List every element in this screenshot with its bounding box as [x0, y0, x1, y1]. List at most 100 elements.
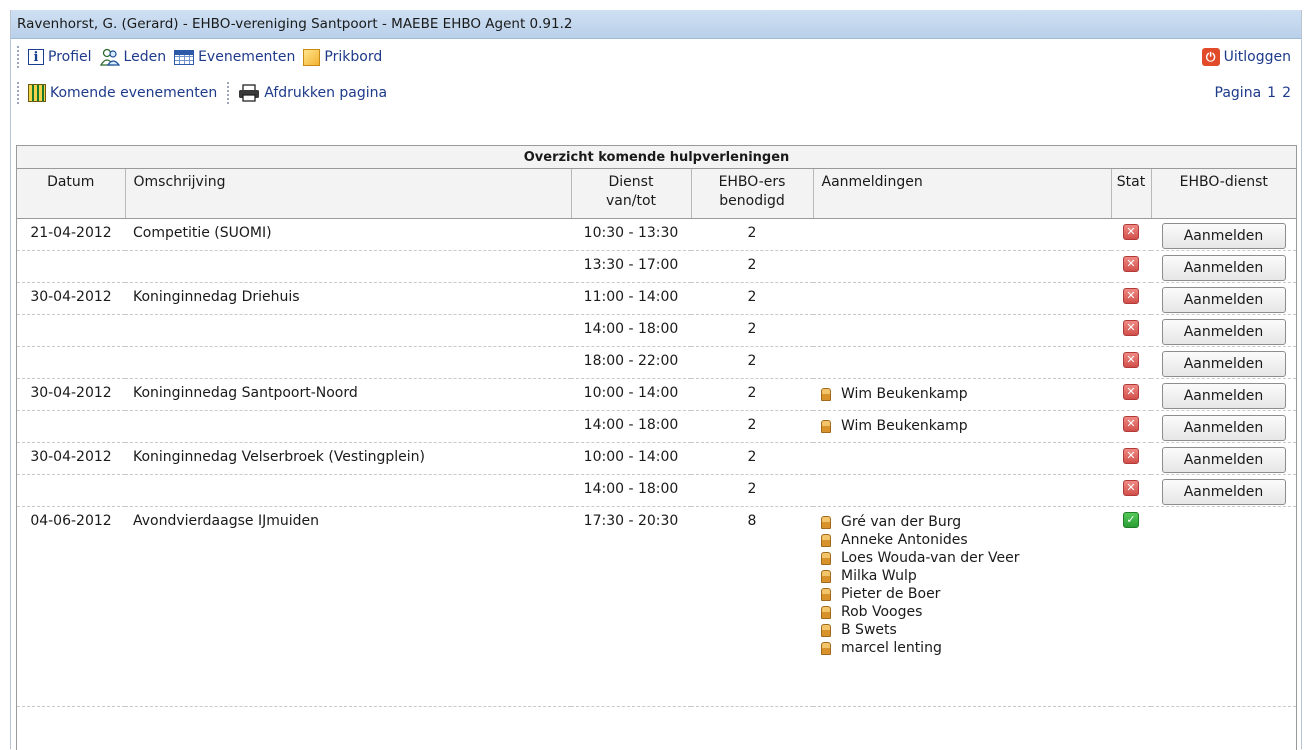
- registration-item: Anneke Antonides: [821, 531, 1110, 549]
- registration-item: Rob Vooges: [821, 603, 1110, 621]
- logout-button[interactable]: ⏻ Uitloggen: [1201, 48, 1291, 66]
- table-body: 21-04-2012 Competitie (SUOMI) 10:30 - 13:3…: [17, 218, 1296, 707]
- page-link-1[interactable]: 1: [1267, 85, 1276, 101]
- header-omschrijving: Omschrijving: [125, 168, 572, 219]
- action-cell: Aanmelden: [1151, 282, 1296, 315]
- registration-item: B Swets: [821, 621, 1110, 639]
- page-link-2[interactable]: 2: [1282, 85, 1291, 101]
- registration-item: Wim Beukenkamp: [821, 417, 1110, 435]
- event-date: 04-06-2012: [17, 506, 125, 707]
- status-missing-icon: ✕: [1123, 416, 1139, 432]
- aanmelden-button[interactable]: Aanmelden: [1161, 479, 1286, 505]
- registrations-cell: [813, 442, 1111, 475]
- registrations-cell: [813, 218, 1111, 251]
- event-description: [125, 346, 571, 379]
- event-description: [125, 474, 571, 507]
- person-icon: [821, 569, 831, 583]
- status-missing-icon: ✕: [1123, 256, 1139, 272]
- toolbar-separator: [227, 82, 230, 104]
- person-icon: [821, 419, 831, 433]
- shift-time: 17:30 - 20:30: [571, 506, 691, 707]
- person-icon: [821, 587, 831, 601]
- action-cell: Aanmelden: [1151, 250, 1296, 283]
- header-ehbo-line2: benodigd: [719, 193, 785, 209]
- komende-evenementen-label: Komende evenementen: [50, 85, 218, 101]
- status-cell: ✕: [1111, 378, 1151, 411]
- pagination-label: Pagina: [1214, 85, 1262, 101]
- aanmelden-button[interactable]: Aanmelden: [1161, 447, 1286, 473]
- nav-prikbord-label: Prikbord: [324, 49, 383, 65]
- event-description: Avondvierdaagse IJmuiden: [125, 506, 571, 707]
- action-cell: Aanmelden: [1151, 474, 1296, 507]
- aanmelden-button[interactable]: Aanmelden: [1161, 223, 1286, 249]
- print-page-button[interactable]: Afdrukken pagina: [238, 84, 387, 102]
- registrant-name: Pieter de Boer: [841, 586, 941, 602]
- window-title: Ravenhorst, G. (Gerard) - EHBO-verenigin…: [11, 10, 1301, 39]
- nav-leden[interactable]: Leden: [99, 48, 166, 66]
- nav-evenementen-label: Evenementen: [198, 49, 296, 65]
- events-table-container: Overzicht komende hulpverleningen Datum …: [16, 145, 1297, 750]
- volunteers-needed: 2: [691, 250, 813, 283]
- aanmelden-button[interactable]: Aanmelden: [1161, 287, 1286, 313]
- aanmelden-button[interactable]: Aanmelden: [1161, 415, 1286, 441]
- print-page-label: Afdrukken pagina: [264, 85, 388, 101]
- aanmelden-button[interactable]: Aanmelden: [1161, 319, 1286, 345]
- registrations-cell: [813, 474, 1111, 507]
- aanmelden-button[interactable]: Aanmelden: [1161, 255, 1286, 281]
- shift-time: 10:00 - 14:00: [571, 378, 691, 411]
- table-row: 14:00 - 18:00 2 ✕ Aanmelden: [17, 474, 1296, 507]
- registration-item: Milka Wulp: [821, 567, 1110, 585]
- table-row: 30-04-2012 Koninginnedag Santpoort-Noord 1…: [17, 378, 1296, 411]
- event-description: Koninginnedag Driehuis: [125, 282, 571, 315]
- registrant-name: Gré van der Burg: [841, 514, 962, 530]
- status-cell: ✕: [1111, 442, 1151, 475]
- event-date: 21-04-2012: [17, 218, 125, 251]
- event-date: 30-04-2012: [17, 282, 125, 315]
- status-ok-icon: ✓: [1123, 512, 1139, 528]
- header-dienst-line2: van/tot: [606, 193, 656, 209]
- action-cell: Aanmelden: [1151, 346, 1296, 379]
- event-date: [17, 314, 125, 347]
- nav-evenementen[interactable]: Evenementen: [174, 49, 295, 65]
- event-date: [17, 410, 125, 443]
- event-description: Koninginnedag Santpoort-Noord: [125, 378, 571, 411]
- volunteers-needed: 2: [691, 410, 813, 443]
- komende-evenementen-button[interactable]: Komende evenementen: [28, 84, 217, 102]
- person-icon: [821, 641, 831, 655]
- status-cell: ✕: [1111, 346, 1151, 379]
- table-row: 13:30 - 17:00 2 ✕ Aanmelden: [17, 250, 1296, 283]
- nav-profiel[interactable]: i Profiel: [28, 49, 92, 65]
- registration-item: Loes Wouda-van der Veer: [821, 549, 1110, 567]
- table-row: 14:00 - 18:00 2 Wim Beukenkamp ✕ Aanmelden: [17, 410, 1296, 443]
- users-icon: [99, 48, 120, 66]
- header-stat: Stat: [1111, 168, 1152, 219]
- registrant-name: Anneke Antonides: [841, 532, 968, 548]
- registrations-cell: [813, 314, 1111, 347]
- action-cell: Aanmelden: [1151, 410, 1296, 443]
- person-icon: [821, 605, 831, 619]
- volunteers-needed: 2: [691, 282, 813, 315]
- status-cell: ✓: [1111, 506, 1151, 707]
- table-row: 30-04-2012 Koninginnedag Driehuis 11:00 - …: [17, 282, 1296, 315]
- aanmelden-button[interactable]: Aanmelden: [1161, 351, 1286, 377]
- volunteers-needed: 2: [691, 442, 813, 475]
- info-icon: i: [28, 49, 44, 65]
- person-icon: [821, 551, 831, 565]
- person-icon: [821, 533, 831, 547]
- shift-time: 14:00 - 18:00: [571, 314, 691, 347]
- volunteers-needed: 2: [691, 378, 813, 411]
- volunteers-needed: 2: [691, 474, 813, 507]
- registrations-cell: [813, 282, 1111, 315]
- shift-time: 14:00 - 18:00: [571, 474, 691, 507]
- person-icon: [821, 387, 831, 401]
- event-date: [17, 474, 125, 507]
- table-caption: Overzicht komende hulpverleningen: [17, 146, 1296, 169]
- registrations-cell: [813, 250, 1111, 283]
- registrant-name: Wim Beukenkamp: [841, 418, 968, 434]
- registrations-cell: Wim Beukenkamp: [813, 410, 1111, 443]
- status-missing-icon: ✕: [1123, 320, 1139, 336]
- nav-profiel-label: Profiel: [48, 49, 92, 65]
- nav-prikbord[interactable]: Prikbord: [303, 48, 383, 66]
- registrant-name: B Swets: [841, 622, 897, 638]
- aanmelden-button[interactable]: Aanmelden: [1161, 383, 1286, 409]
